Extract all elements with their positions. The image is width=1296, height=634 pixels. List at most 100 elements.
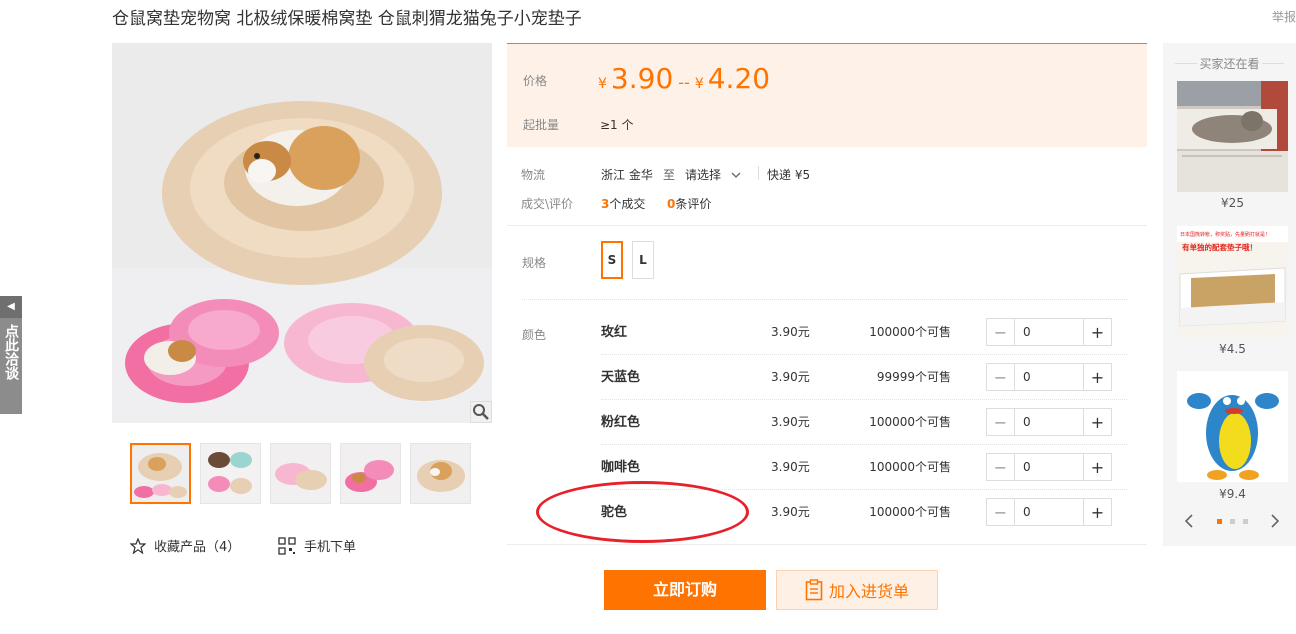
increase-button[interactable]: + [1084, 454, 1111, 480]
chevron-left-icon[interactable] [1184, 513, 1194, 529]
thumbnail-image [411, 444, 470, 503]
increase-button[interactable]: + [1084, 409, 1111, 435]
price-low: 3.90 [610, 62, 674, 95]
pagination-dot[interactable] [1242, 518, 1248, 524]
currency-symbol: ¥ [598, 76, 607, 92]
quantity-stepper: − 0 + [986, 363, 1112, 391]
clipboard-icon [805, 579, 823, 601]
product-photo [112, 43, 492, 423]
section-divider [522, 299, 1127, 300]
chevron-right-icon[interactable] [1270, 513, 1280, 529]
main-product-image[interactable] [112, 43, 492, 423]
color-stock: 100000个可售 [869, 415, 951, 429]
pagination-dot[interactable] [1229, 518, 1235, 524]
thumbnail[interactable] [130, 443, 191, 504]
buy-now-button[interactable]: 立即订购 [604, 570, 766, 610]
report-link[interactable]: 举报 [1272, 8, 1296, 25]
recommended-item-image[interactable] [1177, 81, 1288, 192]
color-price: 3.90元 [771, 325, 810, 339]
thumbnail-image [271, 444, 330, 503]
logistics-origin: 浙江 金华 [601, 168, 653, 182]
mobile-order-label: 手机下单 [304, 540, 357, 555]
quantity-stepper: − 0 + [986, 498, 1112, 526]
recommended-item-price: ¥4.5 [1219, 342, 1246, 356]
plush-toy-photo [1177, 371, 1288, 482]
decrease-button[interactable]: − [987, 319, 1014, 345]
destination-select[interactable]: 请选择 [685, 166, 741, 183]
chat-tab-label: 点此洽谈 [3, 324, 19, 380]
add-to-list-button[interactable]: 加入进货单 [776, 570, 938, 610]
rail-banner-text: 日本国熊转帐，称奖贴，先量刷打就是！ [1180, 231, 1270, 238]
annotation-circle [536, 481, 749, 543]
increase-button[interactable]: + [1084, 319, 1111, 345]
chevron-down-icon [731, 172, 741, 178]
thumbnail[interactable] [410, 443, 471, 504]
thumbnail-image [132, 445, 189, 502]
pagination-dots [1216, 518, 1248, 524]
decrease-button[interactable]: − [987, 364, 1014, 390]
decrease-button[interactable]: − [987, 409, 1014, 435]
thumbnail-strip [130, 443, 471, 504]
quantity-input[interactable]: 0 [1014, 499, 1084, 525]
thumbnail-image [201, 444, 260, 503]
quantity-input[interactable]: 0 [1014, 454, 1084, 480]
quantity-input[interactable]: 0 [1014, 364, 1084, 390]
quantity-stepper: − 0 + [986, 453, 1112, 481]
recommended-item-image[interactable]: 日本国熊转帐，称奖贴，先量刷打就是！ 有单独的配套垫子哦！ [1177, 226, 1288, 337]
recommended-item-price: ¥9.4 [1219, 487, 1246, 501]
price-label: 价格 [523, 74, 548, 88]
logistics-to: 至 [663, 168, 676, 182]
magnifier-icon [473, 404, 489, 420]
zoom-button[interactable] [470, 401, 492, 423]
color-price: 3.90元 [771, 505, 810, 519]
deals-label: 成交\评价 [521, 197, 574, 211]
thumbnail[interactable] [200, 443, 261, 504]
moq-label: 起批量 [523, 118, 560, 132]
thumbnail[interactable] [270, 443, 331, 504]
recommended-item-price: ¥25 [1221, 196, 1244, 210]
decrease-button[interactable]: − [987, 454, 1014, 480]
moq-value: ≥1 个 [600, 118, 634, 132]
price-separator: -- [678, 73, 690, 92]
thumbnail[interactable] [340, 443, 401, 504]
quantity-stepper: − 0 + [986, 408, 1112, 436]
qr-code-icon [278, 536, 296, 555]
color-price: 3.90元 [771, 415, 810, 429]
color-row: 粉红色 3.90元 100000个可售 − 0 + [522, 400, 1127, 445]
color-name: 天蓝色 [601, 370, 641, 385]
quantity-input[interactable]: 0 [1014, 409, 1084, 435]
favorite-product[interactable]: 收藏产品（4） [130, 536, 240, 555]
mobile-order[interactable]: 手机下单 [278, 536, 356, 555]
add-to-list-label: 加入进货单 [828, 582, 909, 601]
review-count[interactable]: 0条评价 [667, 195, 711, 212]
price-range: ¥ 3.90 -- ¥ 4.20 [598, 62, 770, 95]
increase-button[interactable]: + [1084, 364, 1111, 390]
spec-option-l[interactable]: L [632, 241, 654, 279]
spec-label: 规格 [522, 256, 547, 270]
recommended-item-image[interactable] [1177, 371, 1288, 482]
color-stock: 100000个可售 [869, 325, 951, 339]
rail-title: 买家还在看 [1163, 55, 1296, 72]
spec-option-s[interactable]: S [601, 241, 623, 279]
color-row: 天蓝色 3.90元 99999个可售 − 0 + [522, 355, 1127, 400]
chat-tab[interactable]: ◀ 点此洽谈 [0, 296, 22, 414]
color-name: 玫红 [601, 325, 628, 340]
section-divider [507, 544, 1147, 545]
decrease-button[interactable]: − [987, 499, 1014, 525]
mat-box-photo: 日本国熊转帐，称奖贴，先量刷打就是！ 有单独的配套垫子哦！ [1177, 226, 1288, 337]
color-stock: 99999个可售 [876, 370, 951, 384]
quantity-input[interactable]: 0 [1014, 319, 1084, 345]
collapse-arrow-icon[interactable]: ◀ [0, 296, 22, 318]
deal-count[interactable]: 3个成交 [601, 195, 645, 212]
deal-text: 个成交 [609, 197, 646, 211]
currency-symbol: ¥ [694, 76, 704, 92]
destination-value: 请选择 [685, 168, 722, 182]
review-text: 条评价 [675, 197, 712, 211]
pagination-dot-active[interactable] [1216, 518, 1222, 524]
color-row: 玫红 3.90元 100000个可售 − 0 + [522, 310, 1127, 355]
increase-button[interactable]: + [1084, 499, 1111, 525]
rail-headline-text: 有单独的配套垫子哦！ [1182, 242, 1257, 252]
express-fee: 快递 ¥5 [767, 168, 811, 182]
separator [758, 166, 759, 180]
star-icon [130, 537, 146, 554]
